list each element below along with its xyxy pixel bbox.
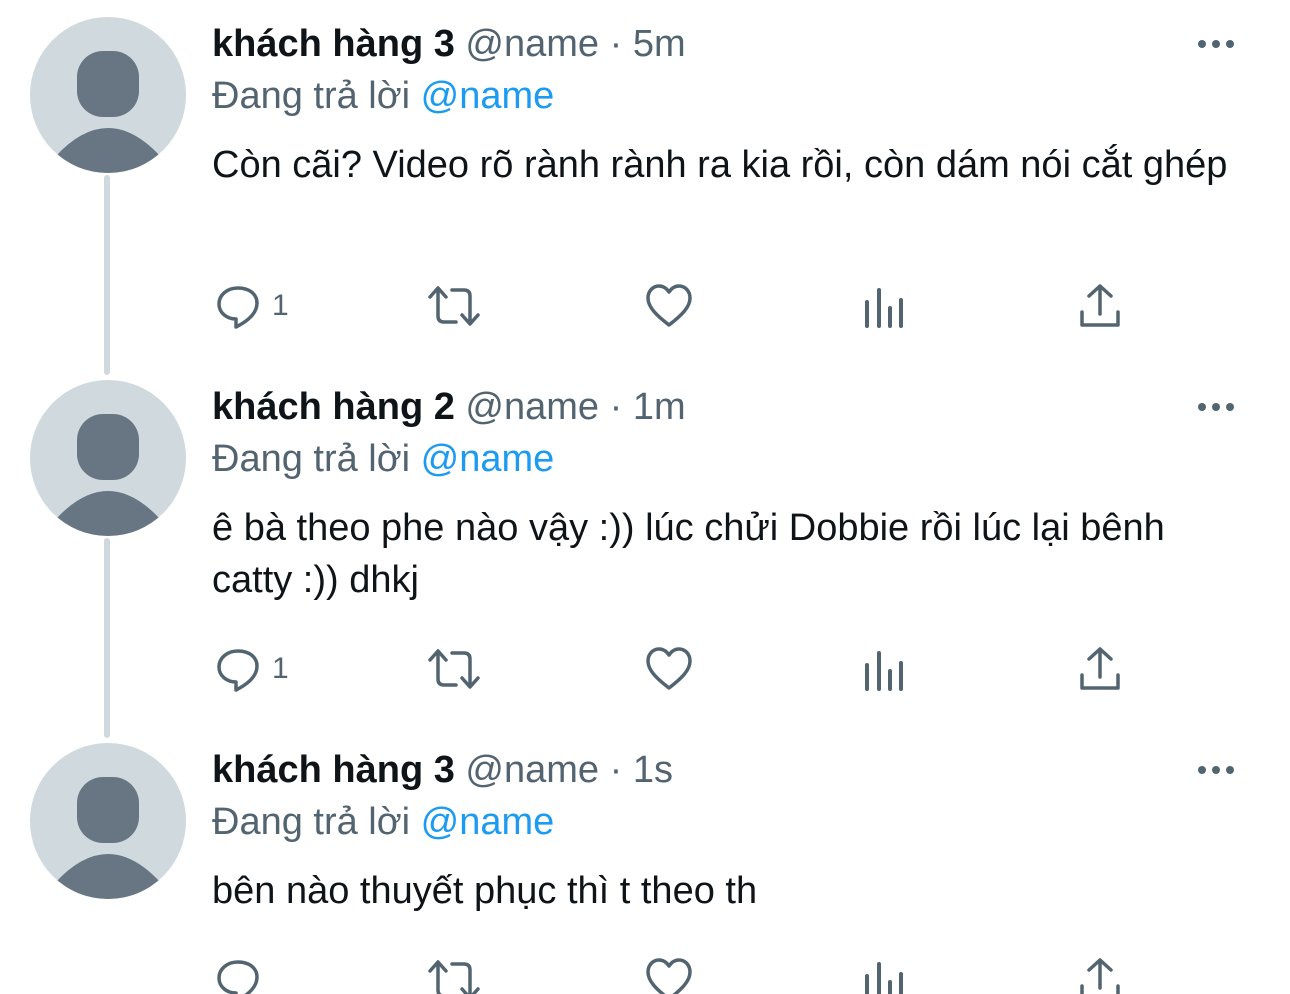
handle[interactable]: @name: [465, 749, 599, 791]
tweet[interactable]: khách hàng 3 @name · 1s Đang trả lời @na…: [0, 726, 1290, 994]
replying-prefix: Đang trả lời: [212, 801, 411, 843]
retweet-button[interactable]: [426, 950, 482, 994]
heart-icon: [646, 647, 692, 690]
tweet-header: khách hàng 2 @name · 1m: [212, 384, 686, 430]
handle[interactable]: @name: [465, 386, 599, 428]
tweet-actions: 1: [212, 276, 1152, 336]
tweet-header: khách hàng 3 @name · 5m: [212, 21, 686, 67]
reply-button[interactable]: 1: [214, 639, 289, 699]
tweet-text: bên nào thuyết phục thì t theo th: [212, 870, 758, 912]
default-avatar-icon: [55, 777, 161, 899]
views-button[interactable]: [862, 950, 906, 994]
like-button[interactable]: [644, 639, 694, 699]
more-dots-icon[interactable]: [1192, 756, 1240, 784]
tweet-text: ê bà theo phe nào vậy :)) lúc chửi Dobbi…: [212, 507, 1165, 601]
reply-button[interactable]: 1: [214, 276, 289, 336]
retweet-button[interactable]: [426, 639, 482, 699]
heart-icon: [646, 284, 692, 327]
handle[interactable]: @name: [465, 23, 599, 65]
more-dots-icon[interactable]: [1192, 30, 1240, 58]
reply-count: 1: [272, 289, 289, 322]
display-name[interactable]: khách hàng 3: [212, 23, 455, 65]
like-button[interactable]: [644, 950, 694, 994]
default-avatar-icon: [55, 414, 161, 536]
tweet-actions: [212, 950, 1152, 994]
share-icon: [1080, 284, 1120, 327]
display-name[interactable]: khách hàng 3: [212, 749, 455, 791]
replying-mention[interactable]: @name: [421, 75, 555, 117]
tweet-actions: 1: [212, 639, 1152, 699]
tweet-text: Còn cãi? Video rõ rành rành ra kia rồi, …: [212, 144, 1228, 186]
share-button[interactable]: [1076, 639, 1124, 699]
timestamp[interactable]: 1m: [633, 386, 686, 428]
display-name[interactable]: khách hàng 2: [212, 386, 455, 428]
analytics-bars-icon: [865, 962, 903, 994]
share-icon: [1080, 958, 1120, 994]
like-button[interactable]: [644, 276, 694, 336]
retweet-button[interactable]: [426, 276, 482, 336]
avatar[interactable]: [30, 743, 186, 899]
reply-button[interactable]: [214, 950, 272, 994]
replying-to: Đang trả lời @name: [212, 799, 554, 845]
reply-bubble-icon: [217, 286, 259, 329]
analytics-bars-icon: [865, 288, 903, 328]
share-button[interactable]: [1076, 950, 1124, 994]
more-dots-icon[interactable]: [1192, 393, 1240, 421]
tweet[interactable]: khách hàng 2 @name · 1m Đang trả lời @na…: [0, 363, 1290, 726]
tweet[interactable]: khách hàng 3 @name · 5m Đang trả lời @na…: [0, 0, 1290, 363]
heart-icon: [646, 958, 692, 994]
tweet-header: khách hàng 3 @name · 1s: [212, 747, 673, 793]
share-icon: [1080, 647, 1120, 690]
share-button[interactable]: [1076, 276, 1124, 336]
views-button[interactable]: [862, 639, 906, 699]
separator-dot: ·: [609, 23, 623, 65]
timestamp[interactable]: 1s: [633, 749, 673, 791]
analytics-bars-icon: [865, 651, 903, 691]
timestamp[interactable]: 5m: [633, 23, 686, 65]
retweet-icon: [428, 286, 480, 326]
default-avatar-icon: [55, 51, 161, 173]
retweet-icon: [428, 960, 480, 994]
replying-to: Đang trả lời @name: [212, 436, 554, 482]
avatar[interactable]: [30, 380, 186, 536]
replying-prefix: Đang trả lời: [212, 438, 411, 480]
replying-mention[interactable]: @name: [421, 801, 555, 843]
reply-count: 1: [272, 652, 289, 685]
replying-prefix: Đang trả lời: [212, 75, 411, 117]
retweet-icon: [428, 649, 480, 689]
replying-mention[interactable]: @name: [421, 438, 555, 480]
views-button[interactable]: [862, 276, 906, 336]
avatar[interactable]: [30, 17, 186, 173]
reply-bubble-icon: [217, 649, 259, 692]
replying-to: Đang trả lời @name: [212, 73, 554, 119]
separator-dot: ·: [609, 749, 623, 791]
separator-dot: ·: [609, 386, 623, 428]
reply-bubble-icon: [217, 960, 259, 994]
